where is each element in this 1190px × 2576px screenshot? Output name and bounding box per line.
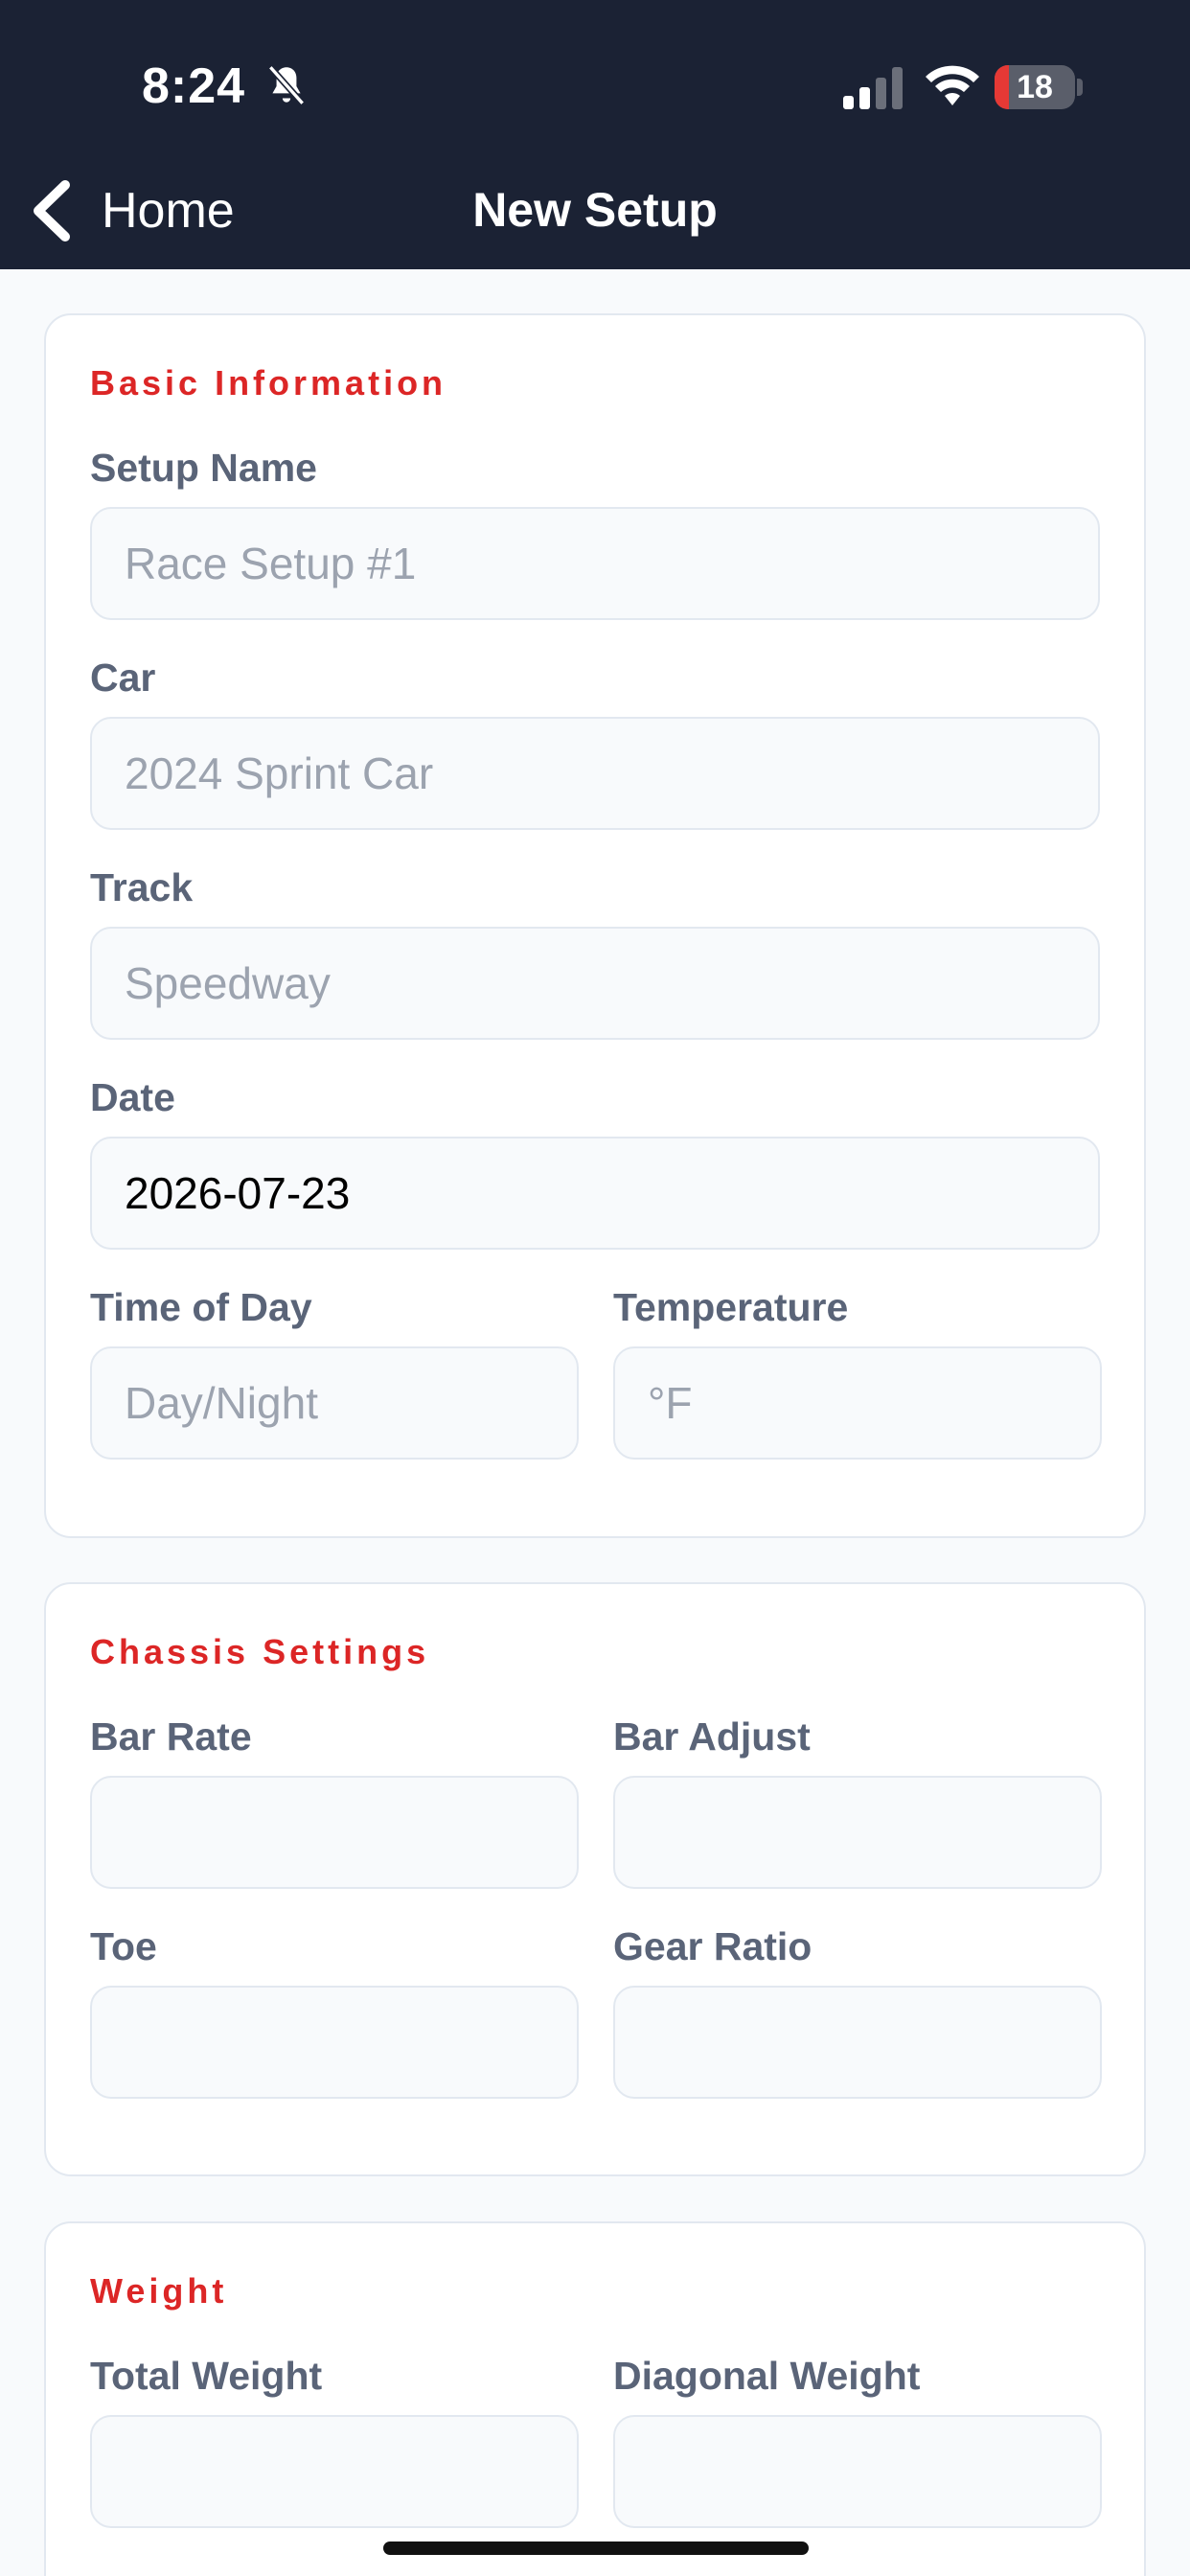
chassis-settings-card: Chassis Settings Bar Rate Bar Adjust Toe… <box>44 1582 1146 2176</box>
status-time: 8:24 <box>142 58 246 114</box>
section-title-weight: Weight <box>90 2271 228 2311</box>
date-label: Date <box>90 1075 175 1119</box>
track-label: Track <box>90 865 194 909</box>
wifi-icon <box>926 65 979 105</box>
weight-card: Weight Total Weight Diagonal Weight <box>44 2221 1146 2576</box>
setup-name-label: Setup Name <box>90 446 317 490</box>
basic-information-card: Basic Information Setup Name Car Track D… <box>44 313 1146 1538</box>
diagonal-weight-input[interactable] <box>613 2415 1102 2528</box>
toe-input[interactable] <box>90 1986 579 2099</box>
toe-label: Toe <box>90 1924 157 1968</box>
page-title: New Setup <box>472 183 718 237</box>
date-input[interactable] <box>90 1137 1100 1250</box>
total-weight-label: Total Weight <box>90 2354 323 2398</box>
car-label: Car <box>90 656 156 700</box>
setup-name-input[interactable] <box>90 507 1100 620</box>
total-weight-input[interactable] <box>90 2415 579 2528</box>
diagonal-weight-label: Diagonal Weight <box>613 2354 921 2398</box>
battery-icon: 18 <box>995 65 1075 109</box>
battery-cap <box>1077 79 1083 96</box>
bar-adjust-label: Bar Adjust <box>613 1714 811 1759</box>
car-input[interactable] <box>90 717 1100 830</box>
bar-adjust-input[interactable] <box>613 1776 1102 1889</box>
section-title-chassis: Chassis Settings <box>90 1632 430 1671</box>
temperature-label: Temperature <box>613 1285 849 1329</box>
home-indicator <box>383 2542 809 2555</box>
cellular-signal-icon <box>843 67 903 109</box>
section-title-basic: Basic Information <box>90 363 447 402</box>
time-of-day-label: Time of Day <box>90 1285 312 1329</box>
bar-rate-input[interactable] <box>90 1776 579 1889</box>
bell-slash-icon <box>267 65 306 105</box>
battery-percent: 18 <box>1017 68 1053 105</box>
gear-ratio-label: Gear Ratio <box>613 1924 812 1968</box>
track-input[interactable] <box>90 927 1100 1040</box>
time-of-day-input[interactable] <box>90 1346 579 1460</box>
bar-rate-label: Bar Rate <box>90 1714 252 1759</box>
gear-ratio-input[interactable] <box>613 1986 1102 2099</box>
temperature-input[interactable] <box>613 1346 1102 1460</box>
app-header: 8:24 18 Home New Setup <box>0 0 1190 269</box>
